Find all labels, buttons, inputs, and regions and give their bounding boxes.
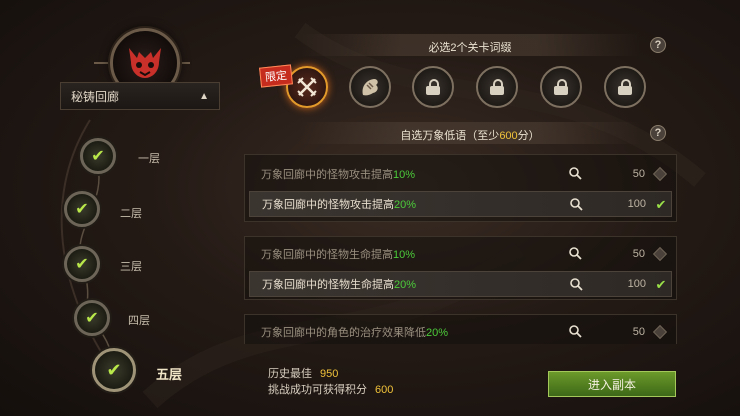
reward-points-value: 600 <box>375 384 394 396</box>
floor-label-2: 二层 <box>120 208 142 220</box>
best-score-label: 历史最佳 <box>268 368 312 380</box>
check-icon: ✔ <box>106 359 122 380</box>
check-icon: ✔ <box>85 310 99 327</box>
zone-dropdown[interactable]: 秘铸回廊 ▲ <box>60 82 220 110</box>
floor-node-5-current[interactable]: ✔ <box>92 348 136 392</box>
emblem-wing-left <box>94 62 110 64</box>
floor-label-1: 一层 <box>138 153 160 165</box>
whisper-text: 万象回廊中的怪物生命提高20% <box>262 279 417 291</box>
affix-section-title: 必选2个关卡词缀 <box>428 42 512 54</box>
affix-slot-3-locked[interactable] <box>412 66 454 108</box>
affix-slot-4-locked[interactable] <box>476 66 518 108</box>
lock-icon <box>618 79 632 95</box>
demon-skull-icon <box>129 48 161 78</box>
whisper-row[interactable]: 万象回廊中的怪物生命提高10% 50 <box>249 241 672 267</box>
affix-slot-2[interactable] <box>349 66 391 108</box>
whisper-points: 50 <box>632 326 645 338</box>
magnifier-icon[interactable] <box>570 278 583 291</box>
affix-slot-6-locked[interactable] <box>604 66 646 108</box>
beast-claw-icon <box>362 79 378 96</box>
whisper-text: 万象回廊中的角色的治疗效果降低20% <box>261 327 449 339</box>
limited-tag: 限定 <box>259 64 293 88</box>
whisper-text: 万象回廊中的怪物攻击提高20% <box>262 199 417 211</box>
whisper-row[interactable]: 万象回廊中的角色的治疗效果降低20% 50 <box>249 319 672 345</box>
best-score-value: 950 <box>320 368 339 380</box>
whisper-points: 100 <box>627 278 646 290</box>
affix-slot-5-locked[interactable] <box>540 66 582 108</box>
whisper-section-title: 自选万象低语（至少600分） <box>300 127 640 143</box>
whisper-row-selected[interactable]: 万象回廊中的怪物生命提高20% 100 ✔ <box>249 271 672 297</box>
unselected-diamond-icon[interactable] <box>652 324 668 340</box>
chevron-up-icon: ▲ <box>199 90 209 102</box>
whisper-group-health: 万象回廊中的怪物生命提高10% 50 万象回廊中的怪物生命提高20% 100 ✔ <box>244 236 677 300</box>
lock-icon <box>554 79 568 95</box>
magnifier-icon[interactable] <box>570 198 583 211</box>
unselected-diamond-icon[interactable] <box>652 166 668 182</box>
floor-label-4: 四层 <box>128 315 150 327</box>
lock-icon <box>426 79 440 95</box>
zone-name: 秘铸回廊 <box>71 89 120 104</box>
floor-node-3[interactable]: ✔ <box>64 246 100 282</box>
whisper-title-suffix: 分） <box>517 130 540 142</box>
check-icon[interactable]: ✔ <box>654 277 668 292</box>
whisper-points: 50 <box>632 168 645 180</box>
floor-label-5: 五层 <box>156 367 183 382</box>
unselected-diamond-icon[interactable] <box>652 246 668 262</box>
whisper-text: 万象回廊中的怪物攻击提高10% <box>261 169 416 181</box>
whisper-row[interactable]: 万象回廊中的怪物攻击提高10% 50 <box>249 161 672 187</box>
whisper-title-value: 600 <box>499 130 518 142</box>
whisper-group-attack: 万象回廊中的怪物攻击提高10% 50 万象回廊中的怪物攻击提高20% 100 ✔ <box>244 154 677 222</box>
magnifier-icon[interactable] <box>569 167 582 180</box>
whisper-help-button[interactable]: ? <box>650 125 666 141</box>
whisper-title-prefix: 自选万象低语（至少 <box>400 130 500 142</box>
floor-node-4[interactable]: ✔ <box>74 300 110 336</box>
crossed-swords-icon <box>297 77 317 97</box>
whisper-group-healing: 万象回廊中的角色的治疗效果降低20% 50 <box>244 314 677 344</box>
whisper-points: 50 <box>632 248 645 260</box>
enter-dungeon-button[interactable]: 进入副本 <box>548 371 676 397</box>
reward-points-label: 挑战成功可获得积分 <box>268 384 367 396</box>
magnifier-icon[interactable] <box>569 247 582 260</box>
reward-points: 挑战成功可获得积分 600 <box>268 381 393 397</box>
best-score: 历史最佳 950 <box>268 365 338 381</box>
whisper-text: 万象回廊中的怪物生命提高10% <box>261 249 416 261</box>
floor-node-1[interactable]: ✔ <box>80 138 116 174</box>
floor-label-3: 三层 <box>120 261 142 273</box>
affix-slot-1[interactable] <box>286 66 328 108</box>
check-icon: ✔ <box>91 148 105 165</box>
affix-help-button[interactable]: ? <box>650 37 666 53</box>
magnifier-icon[interactable] <box>569 325 582 338</box>
lock-icon <box>490 79 504 95</box>
check-icon[interactable]: ✔ <box>654 197 668 212</box>
check-icon: ✔ <box>75 256 89 273</box>
check-icon: ✔ <box>75 201 89 218</box>
whisper-points: 100 <box>627 198 646 210</box>
whisper-row-selected[interactable]: 万象回廊中的怪物攻击提高20% 100 ✔ <box>249 191 672 217</box>
floor-node-2[interactable]: ✔ <box>64 191 100 227</box>
